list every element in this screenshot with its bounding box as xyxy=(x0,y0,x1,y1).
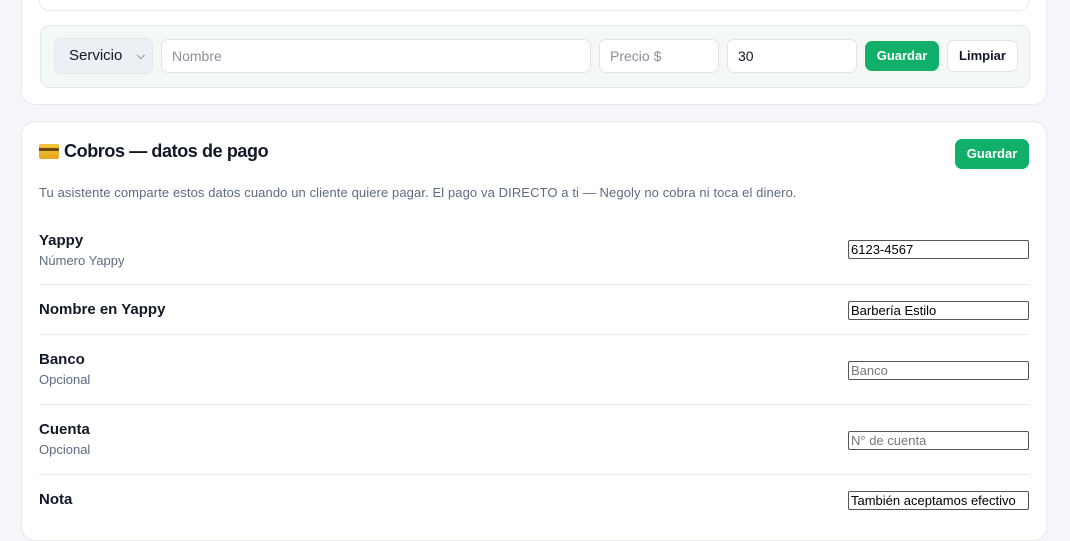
clear-service-button[interactable]: Limpiar xyxy=(947,40,1018,72)
field-label: Banco xyxy=(39,351,85,368)
field-row-yappy-name: Nombre en Yappy Barbería Estilo xyxy=(39,285,1029,335)
service-price-input[interactable]: Precio $ xyxy=(599,39,719,73)
yappy-number-input[interactable]: 6123-4567 xyxy=(848,240,1029,259)
field-label: Yappy xyxy=(39,232,84,249)
yappy-name-input[interactable]: Barbería Estilo xyxy=(848,301,1029,320)
field-label: Nombre en Yappy xyxy=(39,301,166,318)
service-name-placeholder: Nombre xyxy=(172,48,222,64)
field-sublabel: Opcional xyxy=(39,442,91,457)
field-row-yappy: Yappy Número Yappy 6123-4567 xyxy=(39,226,1029,285)
save-payments-button[interactable]: Guardar xyxy=(955,139,1029,169)
service-duration-value: 30 xyxy=(738,48,754,64)
service-type-value: Servicio xyxy=(69,47,123,64)
account-number-input[interactable]: N° de cuenta xyxy=(848,431,1029,450)
payments-title: Cobros — datos de pago xyxy=(39,141,269,162)
note-input[interactable]: También aceptamos efectivo xyxy=(848,491,1029,510)
field-sublabel: Número Yappy xyxy=(39,253,125,268)
credit-card-icon xyxy=(39,144,59,159)
field-row-nota: Nota También aceptamos efectivo xyxy=(39,475,1029,525)
field-label: Cuenta xyxy=(39,421,90,438)
field-row-banco: Banco Opcional Banco xyxy=(39,335,1029,405)
chevron-down-icon: ⌵ xyxy=(136,50,145,62)
service-duration-input[interactable]: 30 xyxy=(727,39,857,73)
bank-input[interactable]: Banco xyxy=(848,361,1029,380)
services-card: Servicio ⌵ Nombre Precio $ 30 Guardar Li… xyxy=(21,0,1047,105)
field-row-cuenta: Cuenta Opcional N° de cuenta xyxy=(39,405,1029,475)
previous-section-edge xyxy=(39,0,1029,11)
service-name-input[interactable]: Nombre xyxy=(161,39,591,73)
field-label: Nota xyxy=(39,491,73,508)
payments-title-text: Cobros — datos de pago xyxy=(64,141,269,161)
service-type-select[interactable]: Servicio ⌵ xyxy=(54,38,153,74)
save-service-button[interactable]: Guardar xyxy=(865,41,939,71)
payments-description: Tu asistente comparte estos datos cuando… xyxy=(39,185,797,200)
payments-card: Cobros — datos de pago Guardar Tu asiste… xyxy=(21,121,1047,541)
service-price-placeholder: Precio $ xyxy=(610,48,662,64)
field-sublabel: Opcional xyxy=(39,372,91,387)
add-service-form: Servicio ⌵ Nombre Precio $ 30 Guardar Li… xyxy=(40,25,1030,88)
